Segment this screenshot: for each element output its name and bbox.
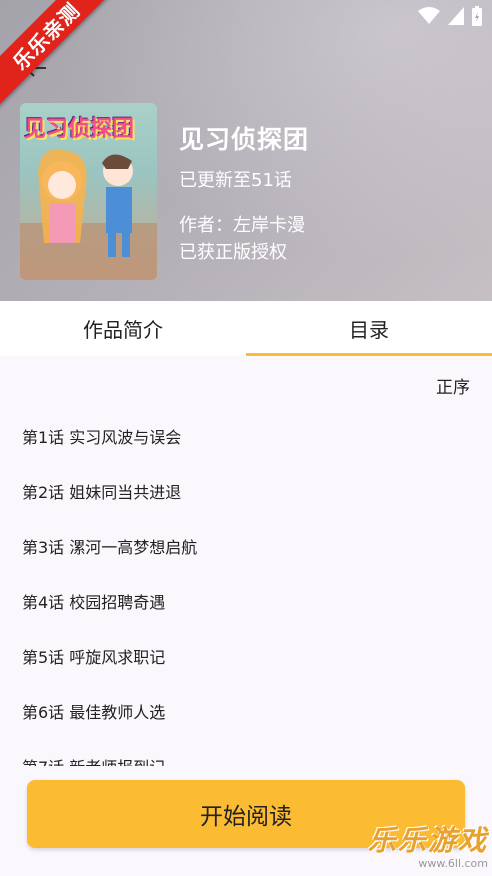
chapter-item[interactable]: 第1话 实习风波与误会 (0, 410, 492, 465)
chapter-item[interactable]: 第4话 校园招聘奇遇 (0, 575, 492, 630)
chapter-item[interactable]: 第3话 漯河一高梦想启航 (0, 520, 492, 575)
watermark-logo: 乐乐游戏 (367, 824, 488, 857)
signal-icon (448, 7, 464, 25)
chapter-item[interactable]: 第5话 呼旋风求职记 (0, 630, 492, 685)
sort-toggle[interactable]: 正序 (436, 373, 470, 398)
license-label: 已获正版授权 (179, 242, 287, 263)
chapter-item[interactable]: 第7话 新老师报到记 (0, 740, 492, 766)
update-status: 已更新至51话 (179, 170, 292, 191)
chapter-item[interactable]: 第2话 姐妹同当共进退 (0, 465, 492, 520)
comic-info: 见习侦探团 已更新至51话 作者：左岸卡漫 已获正版授权 (179, 120, 310, 263)
comic-header: 见习侦探团 见习侦探团 已更新至51话 作者：左岸卡漫 已获正版授权 (0, 0, 492, 301)
chapter-item[interactable]: 第6话 最佳教师人选 (0, 685, 492, 740)
tab-bar: 作品简介 目录 (0, 301, 492, 356)
tab-catalog[interactable]: 目录 (246, 301, 492, 356)
status-bar (418, 6, 482, 26)
tab-intro[interactable]: 作品简介 (0, 301, 246, 356)
comic-cover: 见习侦探团 (20, 103, 157, 280)
chapter-list: 第1话 实习风波与误会 第2话 姐妹同当共进退 第3话 漯河一高梦想启航 第4话… (0, 410, 492, 766)
site-watermark: 乐乐游戏 www.6ll.com (368, 819, 488, 870)
wifi-icon (418, 7, 440, 24)
battery-icon (472, 6, 482, 26)
author-label: 作者：左岸卡漫 (179, 215, 305, 236)
comic-title: 见习侦探团 (179, 125, 310, 154)
